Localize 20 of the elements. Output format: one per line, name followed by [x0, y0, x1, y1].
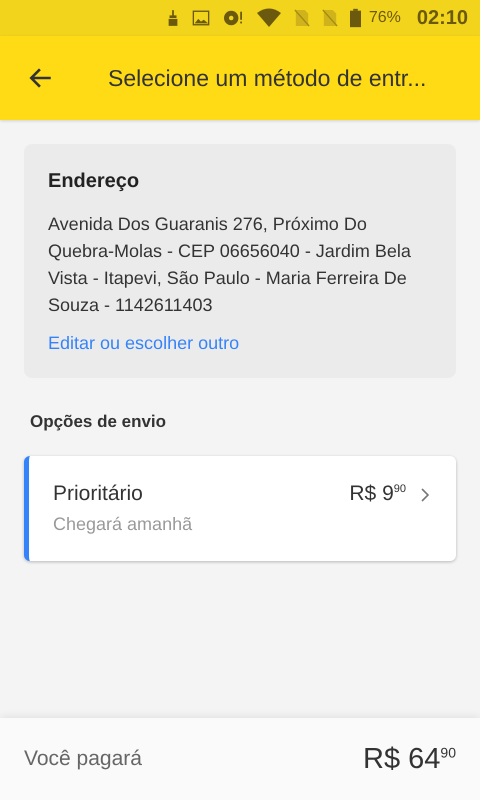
delivery-estimate: Chegará amanhã [53, 514, 194, 535]
total-label: Você pagará [24, 747, 142, 771]
address-text: Avenida Dos Guaranis 276, Próximo Do Quebra-Molas - CEP 06656040 - Jardim Bela Vista - Itapevi, São Paulo - Maria Ferreira De Souza - 1142611403 [48, 213, 412, 317]
battery-icon [350, 8, 361, 28]
image-icon [192, 9, 210, 27]
battery-percent: 76% [368, 9, 401, 27]
option-name: Prioritário [53, 482, 144, 506]
disc-alert-icon [222, 9, 244, 27]
option-price: R$ 9$^{90}$ [349, 482, 406, 506]
card-title: Endereço [48, 170, 140, 193]
screen-title: Selecione um método de entr... [108, 64, 426, 92]
total-amount: R$ 64$^{90}$ [363, 742, 456, 776]
chevron-right-icon [420, 487, 430, 503]
section-heading: Opções de envio [30, 412, 168, 432]
wifi-icon [256, 8, 282, 28]
clock-time: 02:10 [416, 6, 468, 30]
no-sim-icon [322, 9, 338, 27]
shipping-option[interactable]: Prioritário Chegará amanhã R$ 9$^{90}$ [24, 456, 456, 561]
broom-icon [166, 9, 180, 27]
no-sim-icon [294, 9, 310, 27]
